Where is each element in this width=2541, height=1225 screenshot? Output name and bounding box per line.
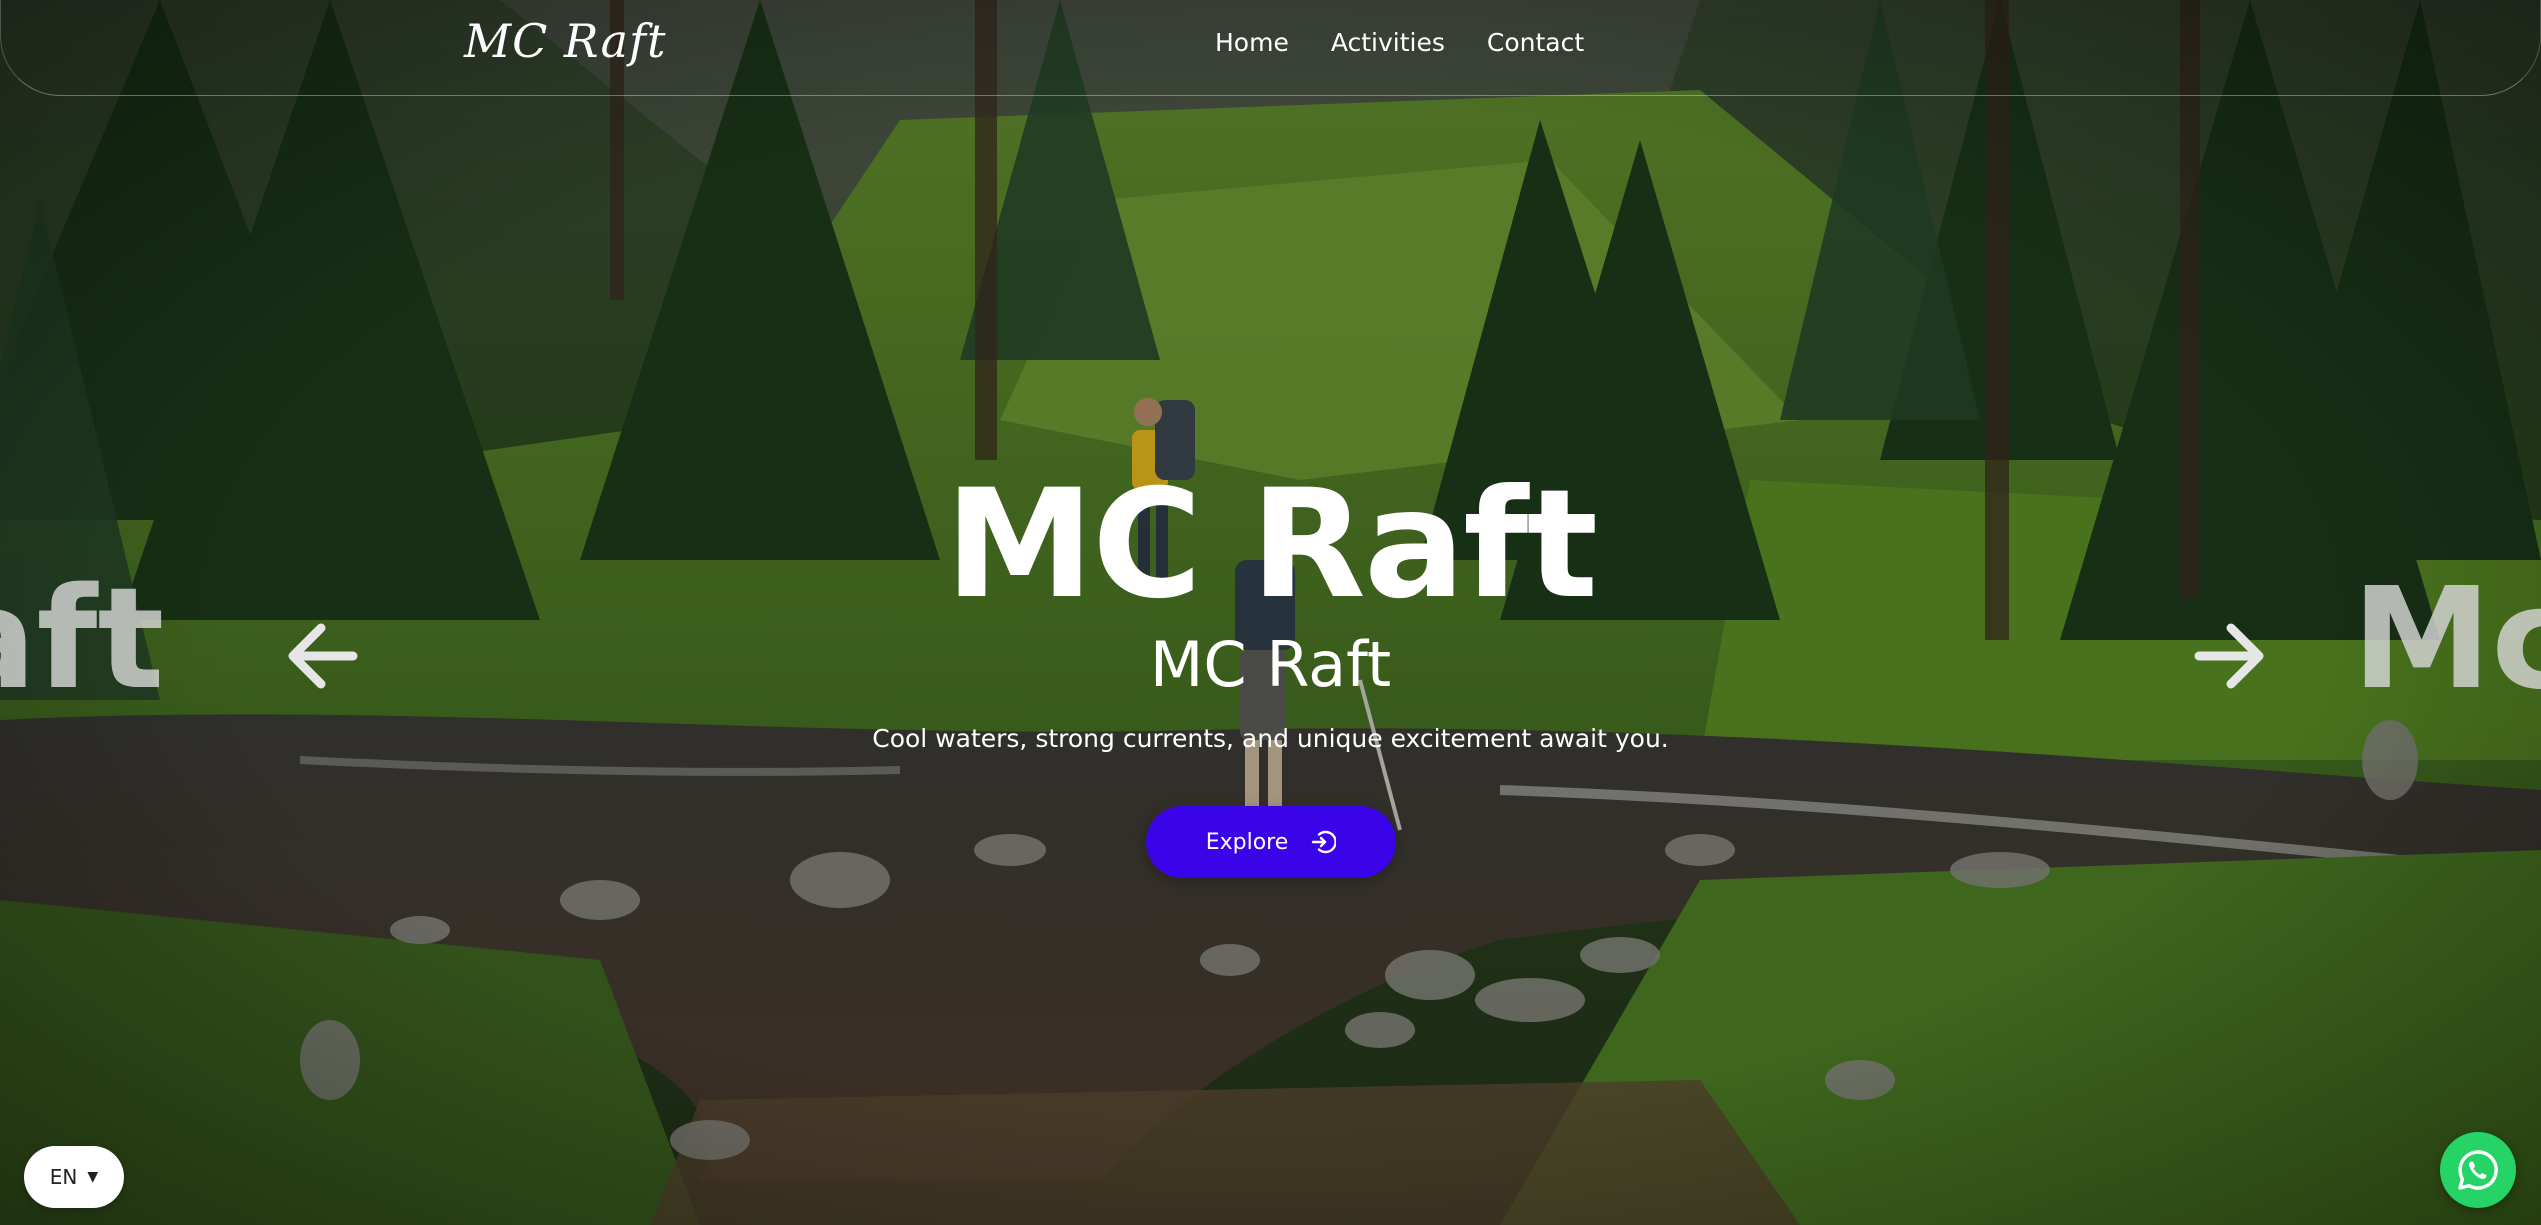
language-current: EN (49, 1165, 78, 1189)
navigation-bar: MC Raft Home Activities Contact (0, 0, 2541, 96)
explore-button-label: Explore (1205, 829, 1289, 855)
whatsapp-icon (2458, 1150, 2498, 1190)
language-selector[interactable]: EN ▼ (24, 1146, 124, 1208)
hero-title: MC Raft (944, 458, 1598, 632)
hero-section: MC Raft Home Activities Contact aft Mc M… (0, 0, 2541, 1225)
whatsapp-button[interactable] (2440, 1132, 2516, 1208)
hero-subtitle: MC Raft (1149, 628, 1392, 701)
nav-link-home[interactable]: Home (1215, 28, 1289, 57)
explore-button[interactable]: Explore (1146, 806, 1396, 878)
caret-down-icon: ▼ (87, 1169, 99, 1185)
nav-link-contact[interactable]: Contact (1487, 28, 1584, 57)
nav-link-activities[interactable]: Activities (1331, 28, 1445, 57)
site-logo[interactable]: MC Raft (464, 14, 667, 68)
hero-content: MC Raft MC Raft Cool waters, strong curr… (0, 470, 2541, 753)
enter-circle-icon (1312, 830, 1337, 854)
hero-tagline: Cool waters, strong currents, and unique… (872, 724, 1669, 753)
main-nav: Home Activities Contact (1215, 28, 1626, 57)
